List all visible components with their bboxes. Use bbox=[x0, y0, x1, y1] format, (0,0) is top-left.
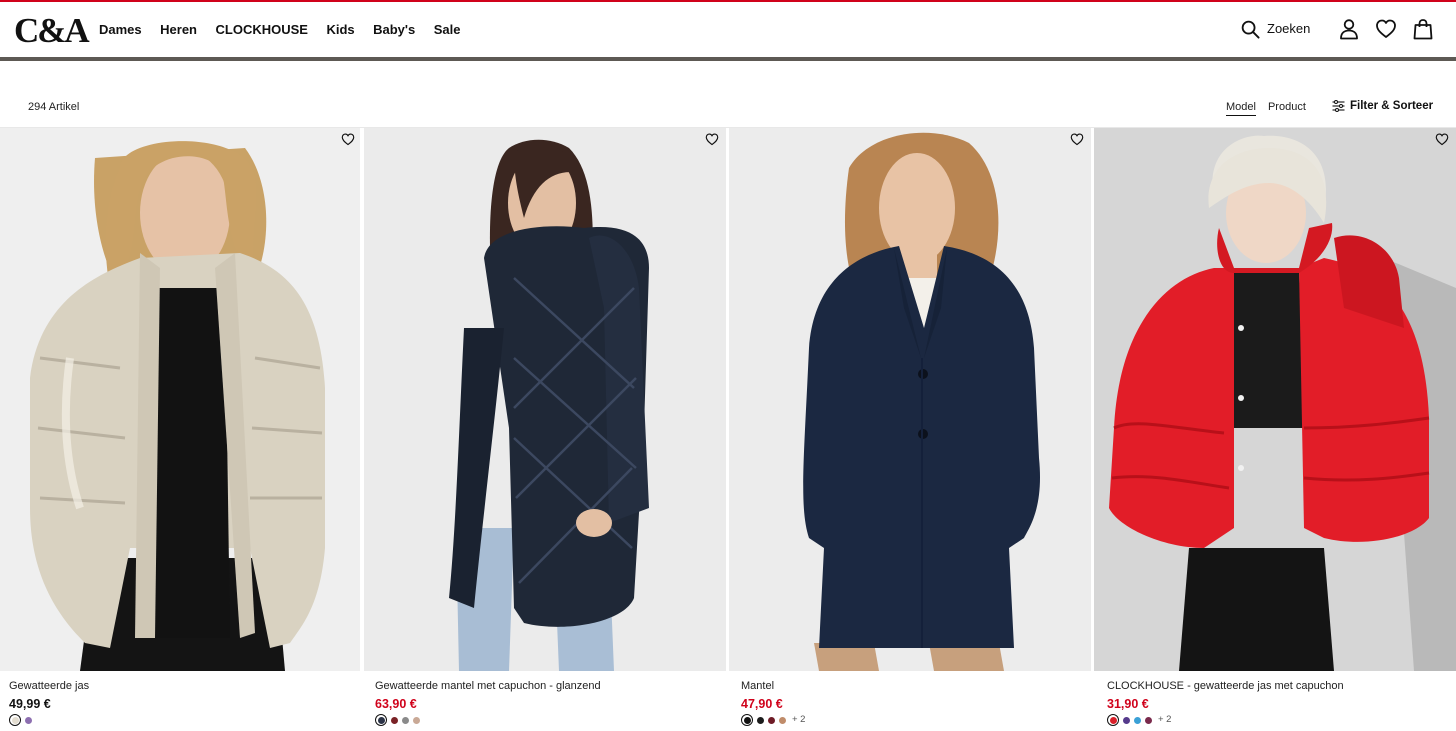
product-card[interactable]: Gewatteerde jas 49,99 € bbox=[0, 128, 362, 731]
wishlist-heart-icon[interactable] bbox=[341, 133, 355, 146]
wishlist-heart-icon[interactable] bbox=[705, 133, 719, 146]
bag-icon[interactable] bbox=[1412, 18, 1434, 40]
color-swatch[interactable] bbox=[9, 714, 21, 726]
nav-item-heren[interactable]: Heren bbox=[160, 21, 197, 39]
color-swatch[interactable] bbox=[1145, 716, 1152, 724]
color-swatch[interactable] bbox=[391, 716, 398, 724]
color-swatch[interactable] bbox=[757, 716, 764, 724]
product-price: 47,90 € bbox=[741, 697, 783, 711]
product-card[interactable]: Gewatteerde mantel met capuchon - glanze… bbox=[364, 128, 726, 731]
more-colors-count: + 2 bbox=[792, 714, 806, 725]
filter-sort-button[interactable]: Filter & Sorteer bbox=[1332, 99, 1433, 113]
search-button[interactable]: Zoeken bbox=[1241, 19, 1310, 39]
nav-item-kids[interactable]: Kids bbox=[326, 21, 354, 39]
header-divider bbox=[0, 57, 1456, 61]
color-swatches bbox=[9, 714, 32, 726]
search-icon bbox=[1241, 20, 1260, 39]
product-image[interactable] bbox=[364, 128, 726, 671]
product-price: 63,90 € bbox=[375, 697, 417, 711]
color-swatch[interactable] bbox=[1107, 714, 1119, 726]
result-count: 294 Artikel bbox=[28, 101, 80, 113]
product-name[interactable]: CLOCKHOUSE - gewatteerde jas met capucho… bbox=[1107, 679, 1344, 693]
product-price: 31,90 € bbox=[1107, 697, 1149, 711]
color-swatches: + 2 bbox=[741, 714, 805, 726]
nav-item-babys[interactable]: Baby's bbox=[373, 21, 415, 39]
brand-logo[interactable]: C&A bbox=[14, 11, 90, 51]
color-swatches: + 2 bbox=[1107, 714, 1171, 726]
color-swatch[interactable] bbox=[779, 716, 786, 724]
view-model-toggle[interactable]: Model bbox=[1226, 100, 1256, 116]
color-swatches bbox=[375, 714, 420, 726]
color-swatch[interactable] bbox=[741, 714, 753, 726]
wishlist-heart-icon[interactable] bbox=[1435, 133, 1449, 146]
search-label: Zoeken bbox=[1267, 21, 1311, 36]
wishlist-heart-icon[interactable] bbox=[1070, 133, 1084, 146]
product-price: 49,99 € bbox=[9, 697, 51, 711]
nav-item-sale[interactable]: Sale bbox=[434, 21, 461, 39]
color-swatch[interactable] bbox=[768, 716, 775, 724]
wishlist-icon[interactable] bbox=[1375, 18, 1397, 40]
nav-item-dames[interactable]: Dames bbox=[99, 21, 142, 39]
product-name[interactable]: Mantel bbox=[741, 679, 774, 693]
nav-item-clockhouse[interactable]: CLOCKHOUSE bbox=[216, 21, 308, 39]
filter-label: Filter & Sorteer bbox=[1350, 100, 1434, 112]
product-image[interactable] bbox=[729, 128, 1091, 671]
color-swatch[interactable] bbox=[413, 716, 420, 724]
main-nav: Dames Heren CLOCKHOUSE Kids Baby's Sale bbox=[99, 21, 479, 39]
color-swatch[interactable] bbox=[375, 714, 387, 726]
product-name[interactable]: Gewatteerde mantel met capuchon - glanze… bbox=[375, 679, 601, 693]
view-toggle: Model Product bbox=[1226, 100, 1306, 116]
product-card[interactable]: Mantel 47,90 € + 2 bbox=[729, 128, 1091, 731]
product-image[interactable] bbox=[1094, 128, 1456, 671]
color-swatch[interactable] bbox=[1123, 716, 1130, 724]
filter-icon bbox=[1332, 100, 1345, 112]
color-swatch[interactable] bbox=[25, 716, 32, 724]
color-swatch[interactable] bbox=[1134, 716, 1141, 724]
color-swatch[interactable] bbox=[402, 716, 409, 724]
product-card[interactable]: CLOCKHOUSE - gewatteerde jas met capucho… bbox=[1094, 128, 1456, 731]
account-icon[interactable] bbox=[1338, 18, 1360, 40]
more-colors-count: + 2 bbox=[1158, 714, 1172, 725]
product-image[interactable] bbox=[0, 128, 362, 671]
site-header: C&A Dames Heren CLOCKHOUSE Kids Baby's S… bbox=[0, 2, 1456, 57]
view-product-toggle[interactable]: Product bbox=[1268, 100, 1306, 116]
product-name[interactable]: Gewatteerde jas bbox=[9, 679, 89, 693]
